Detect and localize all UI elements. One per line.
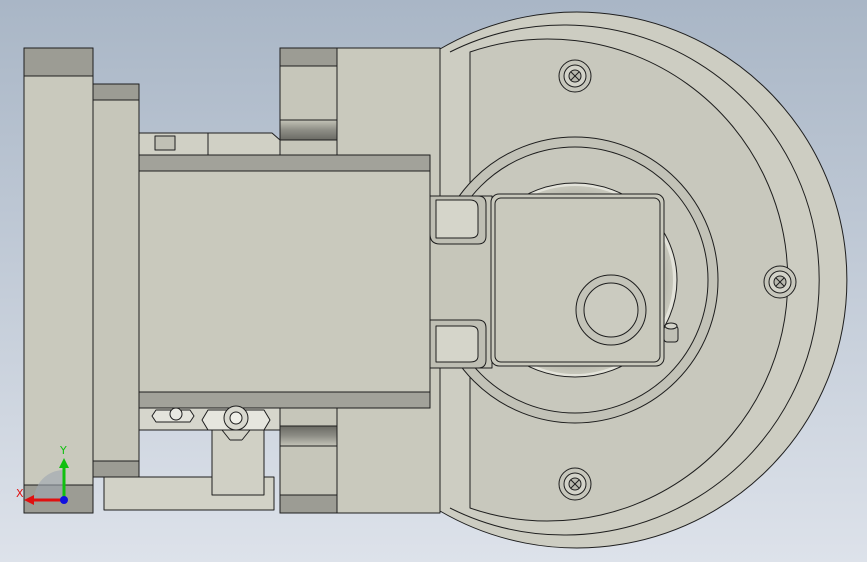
y-axis-label: Y	[59, 444, 67, 457]
upper-slider	[138, 132, 281, 156]
arm-body	[138, 154, 431, 409]
fitting-left	[151, 407, 195, 423]
gripper-block	[490, 193, 679, 367]
screw-bottom	[558, 467, 592, 501]
cad-viewport[interactable]: Y X	[0, 0, 867, 562]
model-view: Y X	[0, 0, 867, 562]
screw-top	[558, 59, 592, 93]
screw-right	[763, 265, 797, 299]
x-axis-label: X	[16, 487, 24, 500]
left-end-plate	[23, 47, 94, 514]
side-pin	[663, 322, 679, 343]
swivel-clamp	[429, 195, 493, 369]
